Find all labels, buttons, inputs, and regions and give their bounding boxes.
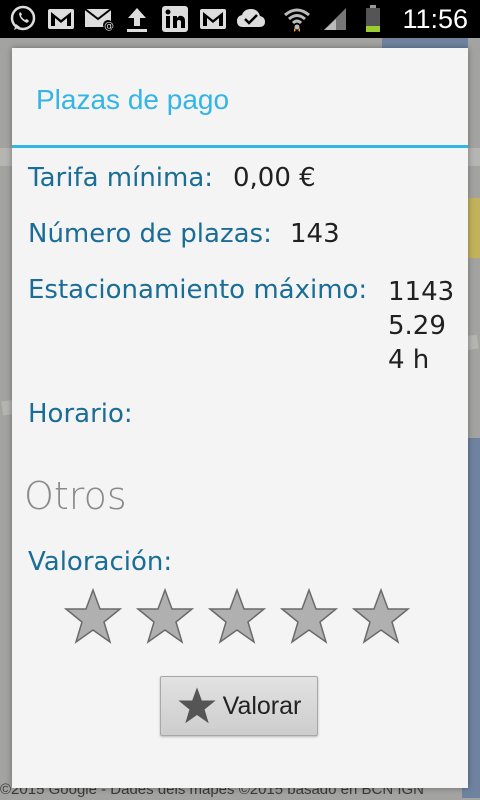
- rating-bar[interactable]: [64, 588, 410, 646]
- gmail-icon: [46, 4, 76, 34]
- star-icon: [178, 687, 216, 724]
- spaces-count-label: Número de plazas:: [28, 219, 272, 249]
- battery-icon: [358, 4, 388, 34]
- rate-button[interactable]: Valorar: [160, 676, 318, 736]
- min-rate-label: Tarifa mínima:: [28, 163, 214, 193]
- max-parking-label: Estacionamiento máximo:: [28, 275, 368, 305]
- linkedin-icon: [160, 4, 190, 34]
- spaces-count-value: 143: [290, 219, 340, 249]
- max-parking-value: 5.29: [388, 311, 446, 341]
- notification-icons: @: [0, 4, 266, 34]
- schedule-label: Horario:: [28, 399, 133, 429]
- rating-label: Valoración:: [28, 547, 173, 577]
- system-icons: 11:56: [282, 4, 480, 35]
- rating-star-5[interactable]: [352, 588, 410, 646]
- min-rate-value: 0,00 €: [233, 163, 316, 193]
- rating-star-2[interactable]: [136, 588, 194, 646]
- rate-button-label: Valorar: [222, 691, 302, 720]
- max-parking-values: 1143 5.29 4 h: [388, 275, 454, 377]
- signal-icon: [320, 4, 350, 34]
- parking-info-dialog: Plazas de pago Tarifa mínima: 0,00 € Núm…: [12, 48, 468, 788]
- gmail-icon: [198, 4, 228, 34]
- wifi-icon: [282, 4, 312, 34]
- title-divider: [12, 145, 468, 148]
- rating-star-3[interactable]: [208, 588, 266, 646]
- svg-text:@: @: [104, 21, 114, 31]
- sync-done-icon: [236, 4, 266, 34]
- rating-star-1[interactable]: [64, 588, 122, 646]
- rating-star-4[interactable]: [280, 588, 338, 646]
- map-road-highlight: [466, 198, 480, 258]
- email-icon: @: [84, 4, 114, 34]
- max-parking-value: 4 h: [388, 345, 430, 375]
- dialog-title: Plazas de pago: [36, 84, 230, 115]
- max-parking-value: 1143: [388, 277, 455, 307]
- whatsapp-icon: [8, 4, 38, 34]
- clock: 11:56: [402, 3, 468, 34]
- status-bar: @ 11:56: [0, 0, 480, 38]
- upload-icon: [122, 4, 152, 34]
- section-title-otros: Otros: [24, 474, 127, 518]
